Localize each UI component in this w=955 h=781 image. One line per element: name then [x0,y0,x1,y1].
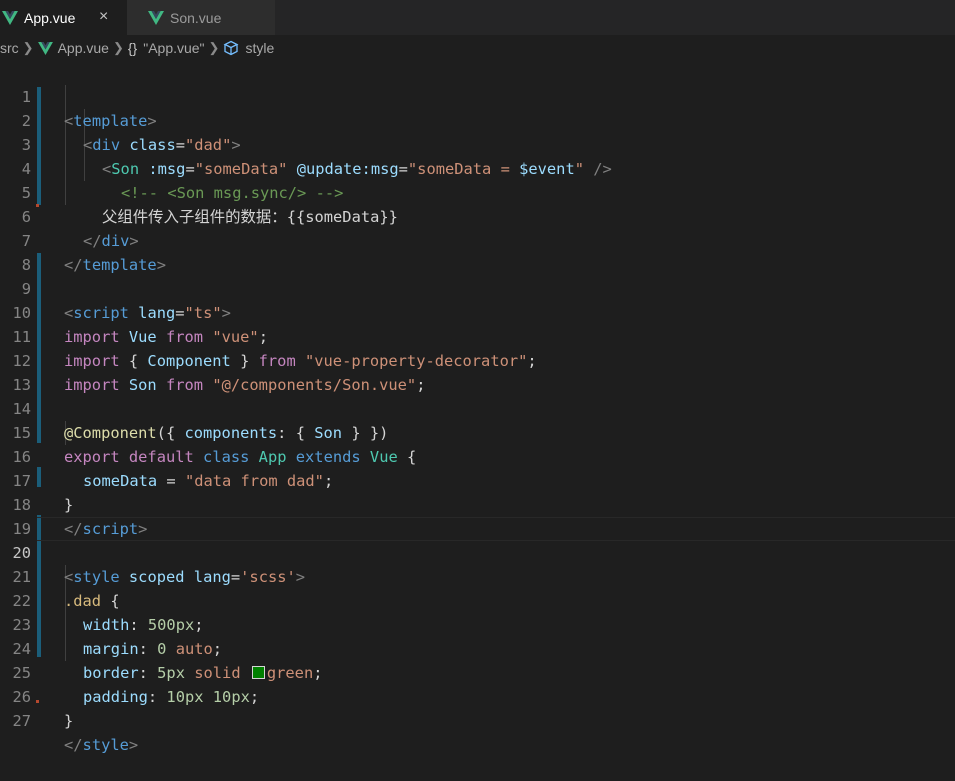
code-line: 18 </script> [0,469,955,538]
code-line: 20 <style scoped lang='scss'> [0,517,955,586]
code-line: 23 margin: 0 auto; [0,589,955,658]
cube-icon [223,40,239,56]
code-line: 9 <script lang="ts"> [0,253,955,322]
code-line: 21 .dad { [0,541,955,610]
tab-label: App.vue [24,9,76,26]
code-line: 22 width: 500px; [0,565,955,634]
code-line: 10 import Vue from "vue"; [0,277,955,346]
code-line: 15 export default class App extends Vue … [0,397,955,466]
code-line: 13 [0,349,955,394]
code-editor[interactable]: 1 <template> 2 <div class="dad"> 3 <Son … [0,61,955,754]
token: style [82,736,129,754]
close-icon[interactable]: × [99,8,115,26]
code-line: 14 @Component({ components: { Son } }) [0,373,955,442]
tab-son-vue[interactable]: Son.vue [127,0,275,35]
breadcrumb-symbol[interactable]: style [245,40,274,56]
line-number: 27 [12,712,31,730]
code-line: 4 <!-- <Son msg.sync/> --> [0,133,955,202]
tab-label: Son.vue [170,9,222,26]
code-line: 11 import { Component } from "vue-proper… [0,301,955,370]
vue-logo-icon [148,10,164,25]
code-line: 26 } [0,661,955,730]
chevron-right-icon: ❯ [112,40,124,55]
breadcrumb: src ❯ App.vue ❯ {} "App.vue" ❯ style [0,35,955,61]
braces-icon: {} [127,40,138,56]
token: > [128,736,139,754]
code-line: 2 <div class="dad"> [0,85,955,154]
token: } [64,712,74,730]
breadcrumb-file[interactable]: App.vue [58,40,109,56]
tab-app-vue[interactable]: App.vue × [0,0,127,35]
code-line: 17 } [0,445,955,514]
code-line: 19 [0,493,955,538]
breadcrumb-object[interactable]: "App.vue" [143,40,204,56]
code-line: 16 someData = "data from dad"; [0,421,955,490]
breadcrumb-folder[interactable]: src [0,40,19,56]
code-line: 24 border: 5px solid green; [0,613,955,682]
code-line: 1 <template> [0,61,955,130]
chevron-right-icon: ❯ [22,40,34,55]
token: </ [64,736,83,754]
code-line: 7 </template> [0,205,955,274]
code-line: 12 import Son from "@/components/Son.vue… [0,325,955,394]
code-line: 3 <Son :msg="someData" @update:msg="some… [0,109,955,178]
vue-logo-icon [2,10,18,25]
chevron-right-icon: ❯ [208,40,220,55]
vue-logo-icon [37,41,53,55]
tab-bar: App.vue × Son.vue [0,0,955,35]
code-line: 5 父组件传入子组件的数据：{{someData}} [0,157,955,226]
code-line: 25 padding: 10px 10px; [0,637,955,706]
code-line: 6 </div> [0,181,955,250]
code-line: 27 </style> [0,685,955,754]
code-line: 8 [0,229,955,274]
